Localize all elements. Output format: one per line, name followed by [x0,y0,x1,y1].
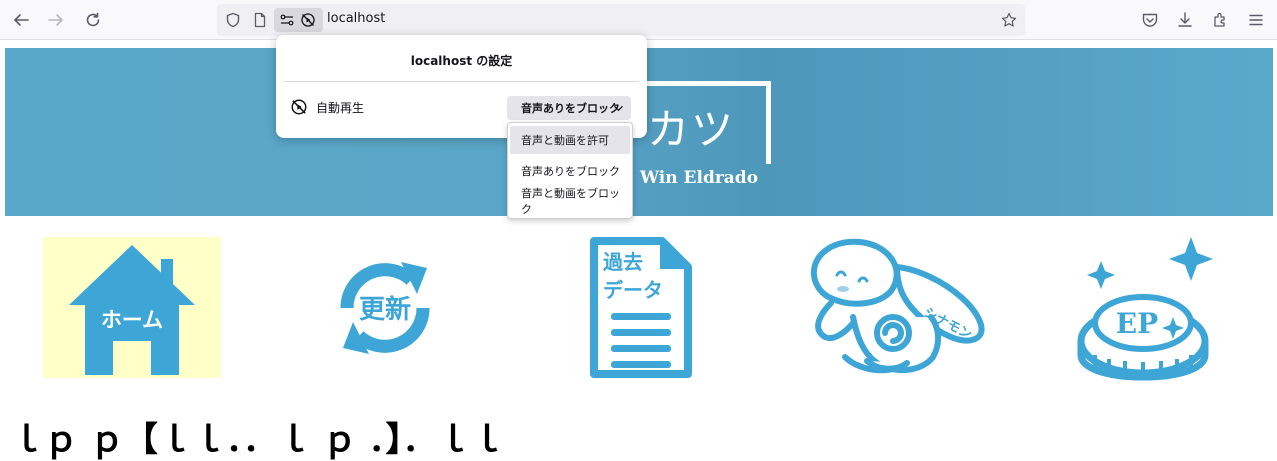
extensions-icon [1214,12,1225,27]
extensions-button[interactable] [1206,6,1234,34]
hamburger-menu-icon [1249,14,1263,26]
nav-past-data-link[interactable]: 過去 データ [566,237,716,378]
autoplay-options-menu: 音声と動画を許可 音声ありをブロック 音声と動画をブロック [507,122,633,219]
forward-button[interactable] [42,6,70,34]
home-icon: ホーム [69,244,195,375]
autoplay-blocked-icon [301,13,315,27]
nav-ep-label: EP [1116,307,1158,340]
page-info-button[interactable] [250,10,270,30]
nav-past-label-2: データ [603,278,663,302]
autoplay-option-block-audible[interactable]: 音声ありをブロック [510,157,630,185]
autoplay-select[interactable]: 音声ありをブロック [507,96,631,120]
pocket-button[interactable] [1136,6,1164,34]
back-button[interactable] [7,6,35,34]
star-bookmark-icon [1001,12,1017,27]
download-icon [1178,12,1192,27]
nav-update-label: 更新 [359,294,411,325]
forward-arrow-icon [48,14,63,26]
autoplay-label: 自動再生 [316,101,365,115]
chevron-down-icon [614,106,623,111]
nav-home-link[interactable]: ホーム [43,237,221,378]
tracking-protection-shield-icon [226,12,240,28]
banner-subtitle: Win Eldrado [640,168,759,188]
nav-home-label: ホーム [101,308,163,332]
nav-ep-link[interactable]: EP [1075,237,1215,381]
ep-coin-icon: EP [1077,237,1213,381]
tracking-protection-button[interactable] [223,10,243,30]
nav-update-link[interactable]: 更新 [306,237,464,378]
page-info-icon [254,12,266,28]
reload-button[interactable] [79,6,107,34]
bookmark-button[interactable] [999,10,1019,30]
panel-divider [284,81,639,82]
browser-toolbar: localhost [0,0,1277,40]
banner-title: カツ [647,105,736,154]
update-refresh-icon: 更新 [340,261,430,354]
cinnamoroll-icon: シナモン [811,238,985,374]
autoplay-select-value: 音声ありをブロック [521,102,620,115]
autoplay-option-block-all[interactable]: 音声と動画をブロック [510,187,630,216]
section-heading: ｌｐ ｐ【ｌｌ．．ｌ ｐ ．】．ｌｌ [10,420,505,460]
document-icon: 過去 データ [590,237,692,378]
reload-icon [86,12,100,27]
permissions-button[interactable] [274,8,323,32]
nav-cinnamon-link[interactable]: シナモン [798,237,988,378]
url-bar[interactable]: localhost [217,4,1025,36]
permissions-panel-title: localhost の設定 [410,54,513,68]
app-menu-button[interactable] [1242,6,1270,34]
back-arrow-icon [14,14,29,26]
pocket-icon [1142,13,1158,27]
downloads-button[interactable] [1171,6,1199,34]
autoplay-blocked-icon [291,99,307,115]
nav-past-label-1: 過去 [603,250,643,274]
url-text[interactable]: localhost [327,11,385,26]
autoplay-option-allow-all[interactable]: 音声と動画を許可 [510,126,630,154]
permissions-icon [280,14,294,26]
